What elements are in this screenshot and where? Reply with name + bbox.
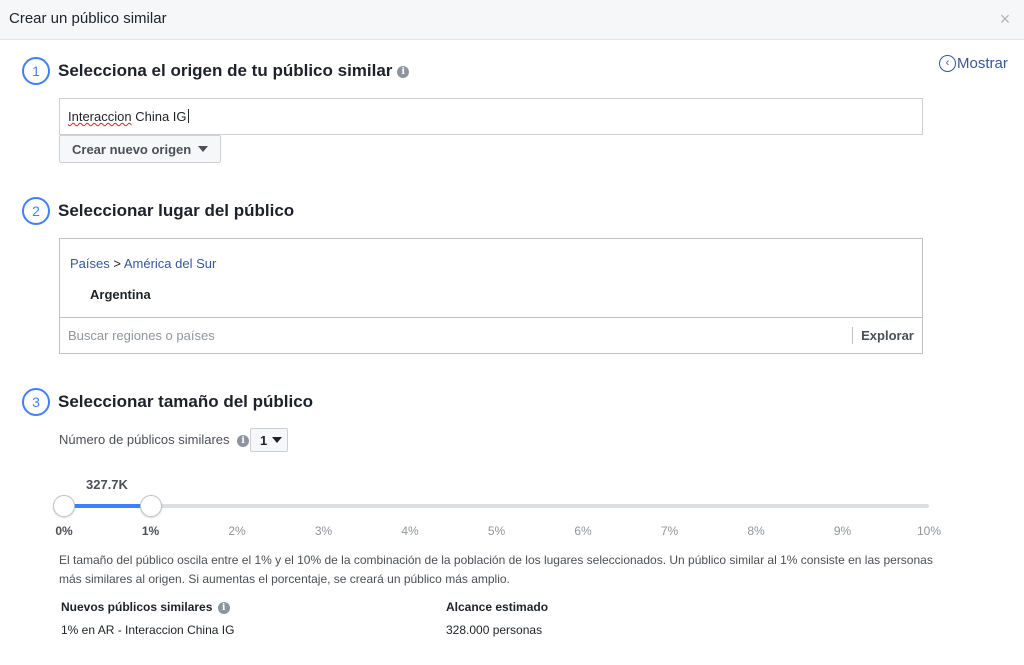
audience-size-description: El tamaño del público oscila entre el 1%…: [59, 553, 933, 586]
step-1-title-text: Selecciona el origen de tu público simil…: [58, 61, 393, 80]
info-icon[interactable]: i: [397, 65, 410, 78]
step-1-number: 1: [22, 57, 50, 85]
new-audiences-header-text: Nuevos públicos similares: [61, 600, 213, 614]
text-cursor: [187, 109, 189, 123]
step-1-title: Selecciona el origen de tu público simil…: [58, 61, 410, 81]
caret-down-icon: [272, 437, 283, 443]
count-label: Número de públicos similares i: [59, 432, 250, 447]
close-icon[interactable]: ×: [996, 9, 1014, 29]
estimated-reach-header: Alcance estimado: [446, 600, 549, 614]
chevron-left-circle-icon: ‹: [939, 54, 956, 72]
slider-start-handle[interactable]: [53, 495, 75, 517]
slider-track[interactable]: [64, 504, 929, 508]
count-select-value: 1: [260, 432, 268, 448]
count-select[interactable]: 1: [250, 428, 288, 452]
slider-fill: [64, 504, 151, 508]
show-button-label: Mostrar: [957, 54, 1008, 72]
slider-tick-label: 6%: [574, 524, 592, 538]
dialog-title: Crear un público similar: [9, 10, 167, 27]
create-new-source-button[interactable]: Crear nuevo origen: [59, 135, 221, 163]
slider-tick-label: 2%: [228, 524, 246, 538]
slider-tick-label: 4%: [401, 524, 419, 538]
slider-tick-label: 7%: [660, 524, 679, 538]
new-audience-value: 1% en AR - Interaccion China IG: [61, 623, 235, 637]
slider-tick-label: 5%: [487, 524, 506, 538]
step-2-title: Seleccionar lugar del público: [58, 201, 295, 220]
slider-tick-label: 8%: [747, 524, 765, 538]
location-box: Países > América del Sur Argentina Explo…: [59, 238, 923, 354]
dialog-header: Crear un público similar ×: [0, 0, 1024, 40]
slider-value-label: 327.7K: [86, 477, 128, 492]
info-icon[interactable]: i: [217, 601, 230, 614]
count-label-text: Número de públicos similares: [59, 432, 230, 447]
location-search-row: Explorar: [60, 317, 922, 353]
slider-tick-label: 0%: [55, 524, 73, 538]
breadcrumb: Países > América del Sur: [70, 256, 216, 271]
show-button[interactable]: ‹ Mostrar: [939, 53, 1008, 73]
source-value-rest: China IG: [131, 109, 187, 124]
slider-tick-label: 10%: [916, 524, 942, 538]
step-3-number: 3: [22, 388, 50, 416]
step-2-number: 2: [22, 197, 50, 225]
source-input[interactable]: Interaccion China IG: [59, 98, 923, 135]
slider-tick-label: 1%: [141, 524, 160, 538]
breadcrumb-countries-link[interactable]: Países: [70, 256, 110, 271]
info-icon[interactable]: i: [237, 434, 250, 447]
selected-country[interactable]: Argentina: [90, 287, 151, 302]
caret-down-icon: [198, 146, 209, 152]
create-new-source-label: Crear nuevo origen: [72, 141, 192, 157]
breadcrumb-separator: >: [109, 256, 124, 271]
slider-tick-label: 9%: [833, 524, 852, 538]
slider-tick-label: 3%: [314, 524, 333, 538]
new-audiences-header: Nuevos públicos similares i: [61, 600, 230, 614]
estimated-reach-value: 328.000 personas: [446, 623, 543, 637]
slider-end-handle[interactable]: [139, 495, 162, 517]
breadcrumb-region-link[interactable]: América del Sur: [124, 256, 216, 271]
explore-button[interactable]: Explorar: [852, 327, 922, 344]
step-3-title: Seleccionar tamaño del público: [58, 392, 314, 411]
source-value-misspelled: Interaccion: [68, 109, 132, 124]
location-search-input[interactable]: [60, 318, 850, 353]
